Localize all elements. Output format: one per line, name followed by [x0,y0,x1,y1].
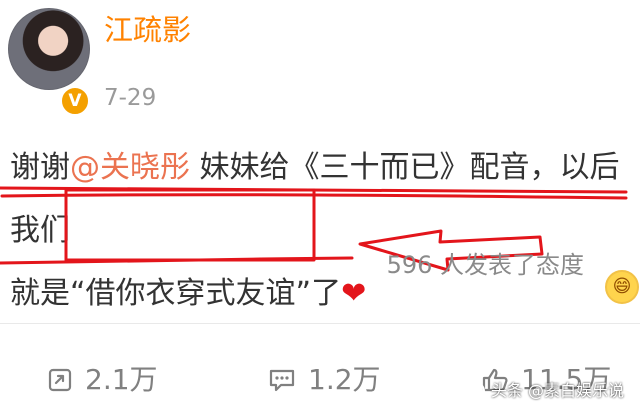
comment-button[interactable]: 1.2万 [268,360,381,400]
post-text-part1: 谢谢 [10,150,70,185]
heart-icon: ❤ [341,276,367,311]
post-time: 7-29 [104,85,157,111]
source-watermark: 头条 @素白娱乐说 [466,380,624,402]
repost-button[interactable]: 2.1万 [47,360,158,400]
emoji-icon[interactable]: 😄 [605,270,639,304]
post-text-line2-prefix: 就是“ [10,276,86,311]
post-text: 谢谢@关晓彤 妹妹给《三十而已》配音，以后我们 就是“借你衣穿式友谊”了❤ [10,136,630,325]
user-name[interactable]: 江疏影 [104,12,191,48]
repost-icon [48,368,72,392]
watermark-icon [466,382,485,400]
user-mention-link[interactable]: @关晓彤 [70,150,190,185]
avatar[interactable] [8,8,90,90]
verified-badge-icon: V [60,86,90,116]
comment-icon [269,369,295,392]
comment-count: 1.2万 [308,363,381,396]
footer-divider [0,323,640,324]
watermark-text: 头条 @素白娱乐说 [490,381,624,400]
highlighted-phrase: 借你衣穿式友谊 [85,276,296,311]
reaction-count[interactable]: 596 人发表了态度 [387,250,584,280]
post-text-line2-suffix: ”了 [295,276,342,311]
repost-count: 2.1万 [85,363,158,396]
